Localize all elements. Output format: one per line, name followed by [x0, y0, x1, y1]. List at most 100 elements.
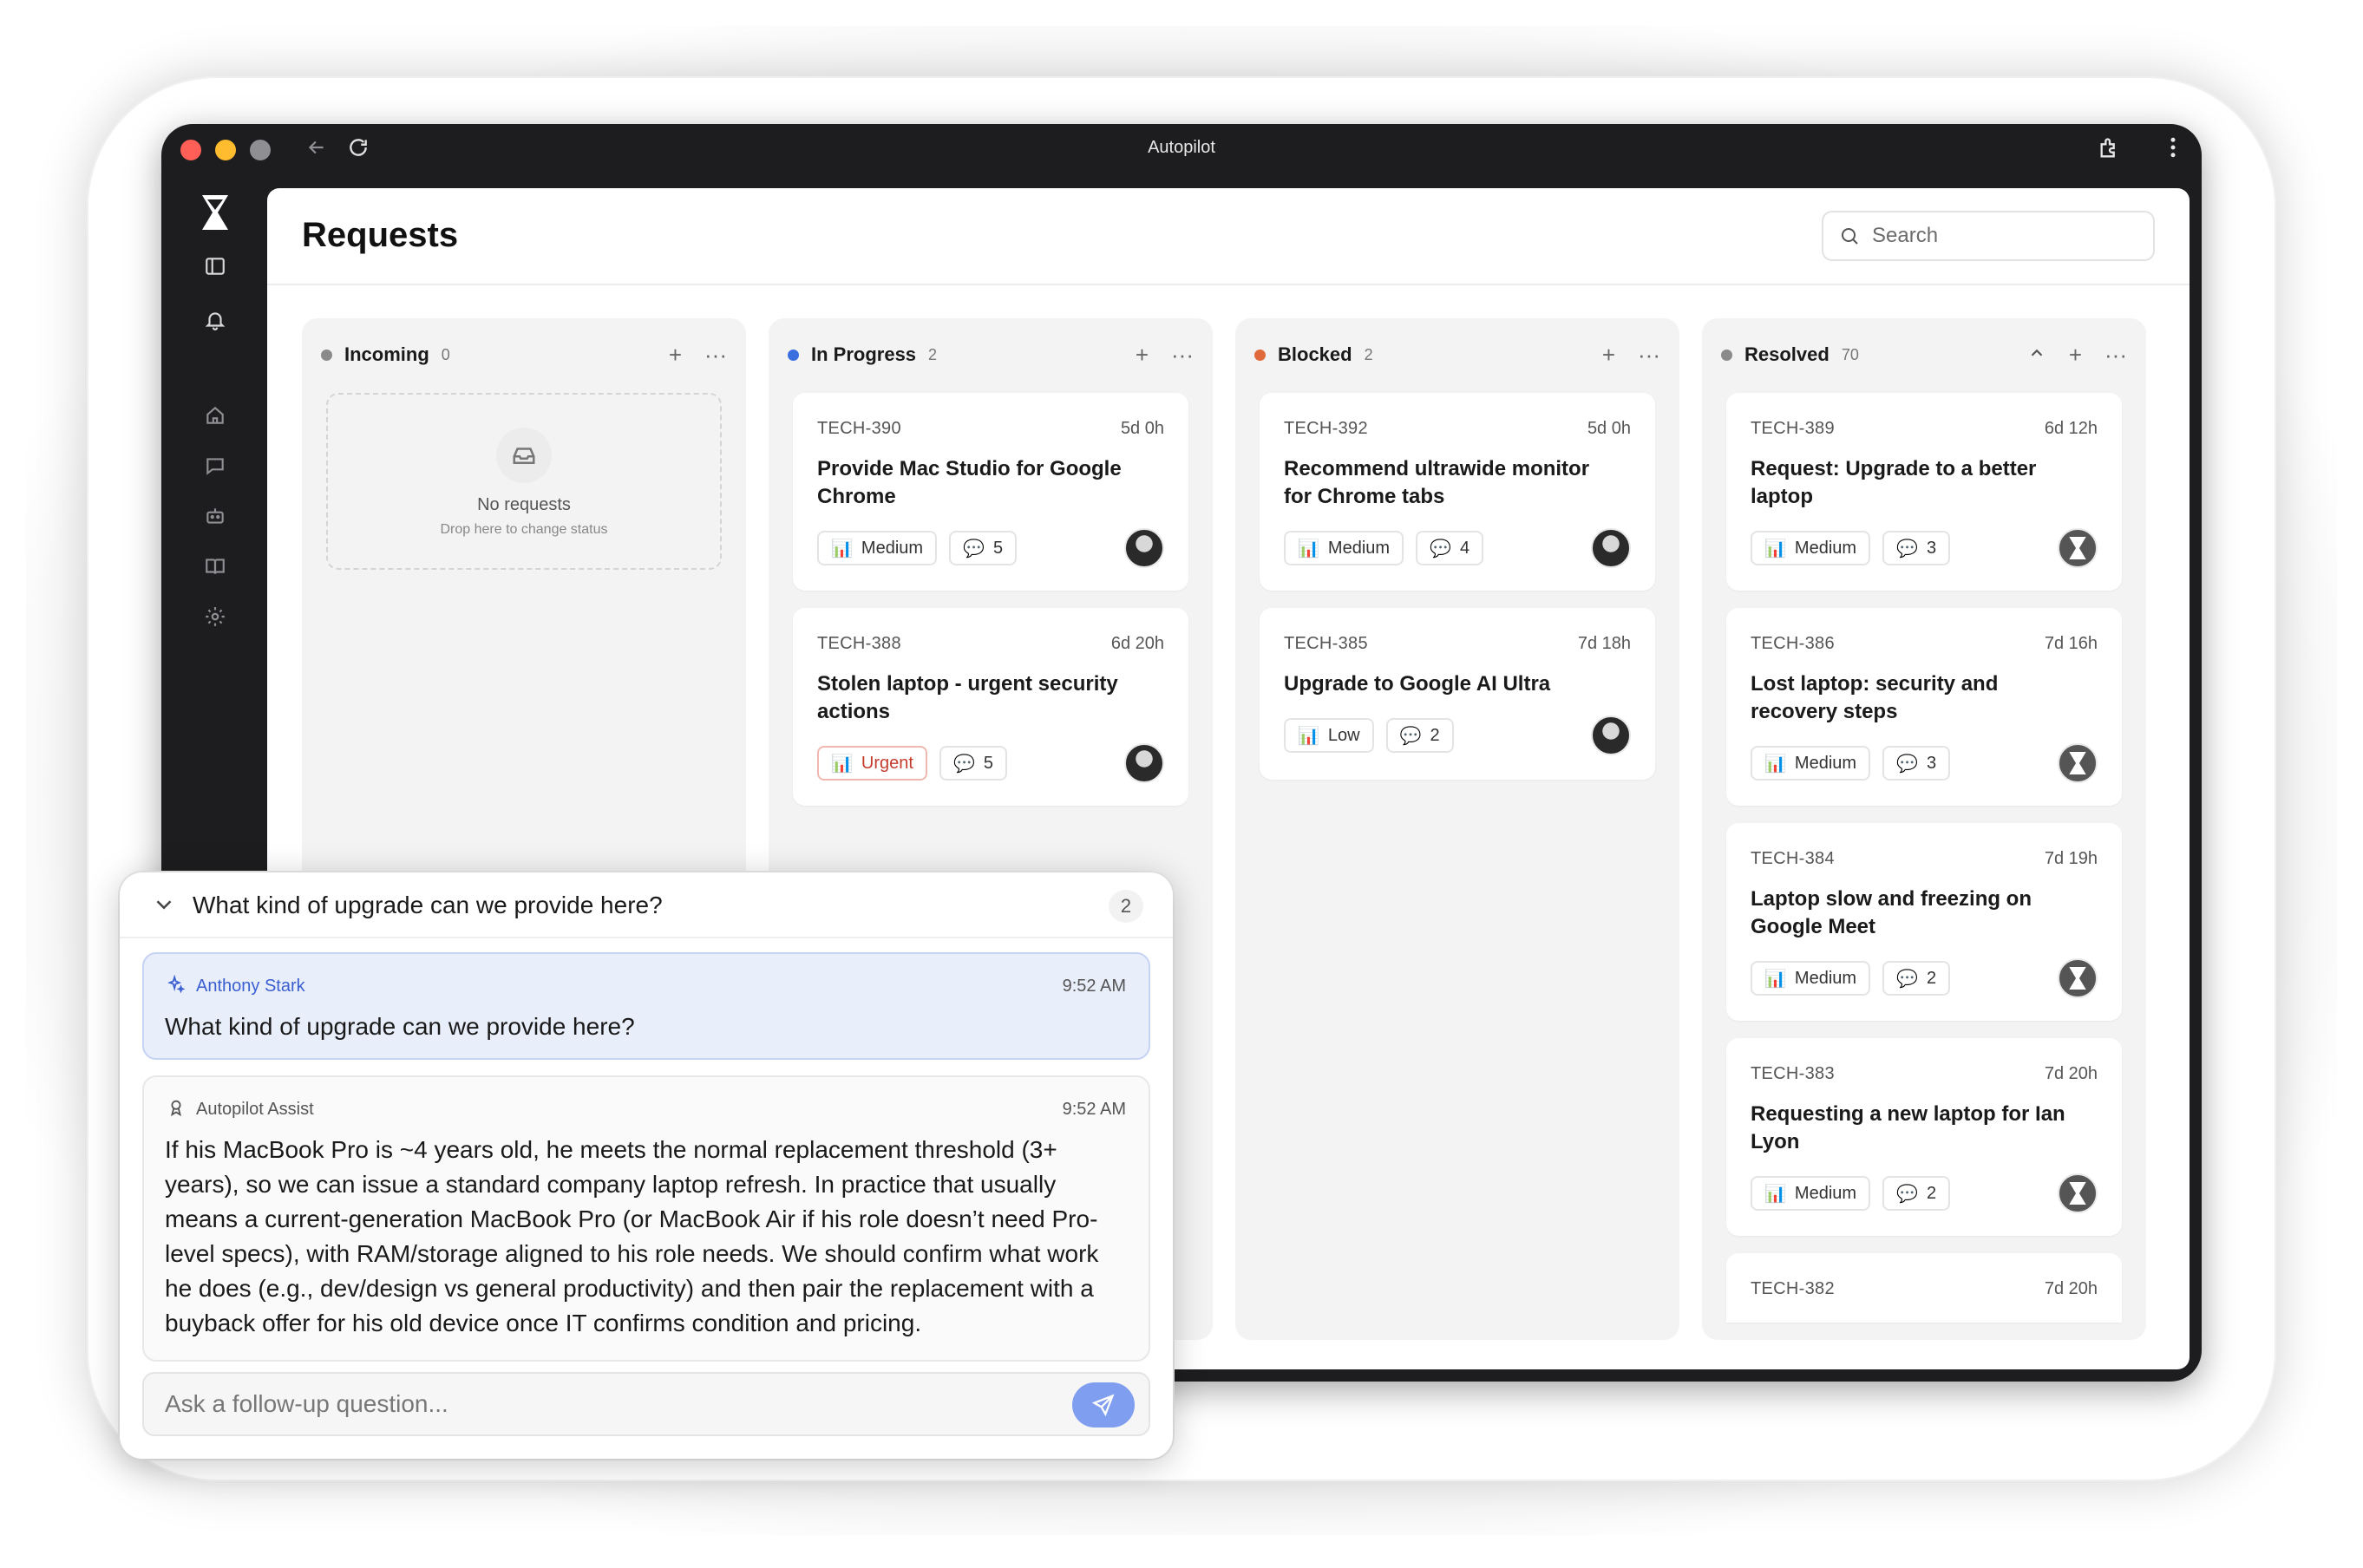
priority-chip[interactable]: 📊 Medium [1284, 531, 1404, 565]
gear-icon[interactable] [198, 599, 232, 634]
comments-chip[interactable]: 💬 5 [939, 746, 1007, 781]
comment-icon: 💬 [1399, 726, 1422, 746]
request-card[interactable]: TECH-384 7d 19h Laptop slow and freezing… [1726, 823, 2122, 1021]
follow-up-input[interactable] [165, 1374, 946, 1434]
more-horizontal-icon[interactable]: ··· [2104, 342, 2127, 369]
card-age: 7d 20h [2044, 1279, 2098, 1298]
comment-count: 3 [1926, 753, 1937, 773]
card-age: 7d 19h [2044, 849, 2098, 868]
inbox-icon [496, 428, 552, 483]
chat-icon[interactable] [198, 448, 232, 483]
app-logo-icon[interactable] [198, 195, 232, 230]
priority-chip[interactable]: 📊 Medium [817, 531, 938, 565]
priority-chip[interactable]: 📊 Urgent [817, 746, 927, 781]
column-count: 2 [928, 345, 938, 363]
home-icon[interactable] [198, 398, 232, 433]
search-input[interactable]: Search [1872, 224, 1938, 248]
more-horizontal-icon[interactable]: ··· [704, 342, 727, 369]
search-icon [1842, 228, 1858, 245]
comments-chip[interactable]: 💬 3 [1882, 746, 1951, 781]
card-id: TECH-384 [1751, 849, 1835, 868]
book-icon[interactable] [198, 549, 232, 584]
avatar[interactable] [1124, 743, 1164, 783]
priority-label: Medium [1327, 538, 1391, 558]
column-title: Resolved [1744, 343, 1830, 365]
add-request-icon[interactable]: + [669, 342, 682, 369]
request-card[interactable]: TECH-383 7d 20h Requesting a new laptop … [1726, 1038, 2122, 1236]
message-count-badge: 2 [1109, 890, 1143, 923]
card-title: Stolen laptop - urgent security actions [817, 672, 1118, 723]
avatar[interactable] [1591, 715, 1631, 755]
search-box[interactable]: Search [1822, 211, 2155, 261]
avatar[interactable] [1124, 528, 1164, 568]
request-card[interactable]: TECH-388 6d 20h Stolen laptop - urgent s… [793, 608, 1188, 806]
column-blocked: Blocked 2 + ··· TECH-392 5d 0h Recommend… [1235, 318, 1679, 1340]
card-id: TECH-382 [1751, 1279, 1835, 1298]
more-vertical-icon[interactable] [2169, 134, 2177, 167]
add-request-icon[interactable]: + [1602, 342, 1615, 369]
request-card[interactable]: TECH-382 7d 20h [1726, 1253, 2122, 1323]
priority-chip[interactable]: 📊 Medium [1751, 1176, 1871, 1211]
priority-chip[interactable]: 📊 Medium [1751, 746, 1871, 781]
autopilot-avatar[interactable] [2058, 958, 2098, 998]
avatar[interactable] [1591, 528, 1631, 568]
comments-chip[interactable]: 💬 3 [1882, 531, 1951, 565]
priority-chip[interactable]: 📊 Low [1284, 718, 1374, 753]
more-horizontal-icon[interactable]: ··· [1638, 342, 1660, 369]
card-age: 6d 20h [1110, 634, 1164, 653]
empty-subtitle: Drop here to change status [440, 522, 608, 537]
comment-icon: 💬 [1896, 1184, 1918, 1204]
comments-chip[interactable]: 💬 2 [1385, 718, 1454, 753]
bot-icon[interactable] [198, 499, 232, 533]
comment-count: 3 [1926, 538, 1937, 558]
sparkle-icon [167, 974, 186, 998]
empty-drop-zone[interactable]: No requests Drop here to change status [326, 393, 722, 570]
comments-chip[interactable]: 💬 5 [949, 531, 1018, 565]
request-card[interactable]: TECH-385 7d 18h Upgrade to Google AI Ult… [1260, 608, 1655, 780]
card-id: TECH-390 [817, 419, 901, 438]
more-horizontal-icon[interactable]: ··· [1171, 342, 1194, 369]
card-age: 5d 0h [1587, 419, 1631, 438]
message-text: What kind of upgrade can we provide here… [165, 1013, 635, 1040]
request-card[interactable]: TECH-390 5d 0h Provide Mac Studio for Go… [793, 393, 1188, 591]
message-author: Autopilot Assist [196, 1100, 314, 1119]
autopilot-avatar[interactable] [2058, 743, 2098, 783]
chevron-down-icon[interactable] [151, 892, 177, 922]
bar-chart-icon: 📊 [1764, 1184, 1786, 1204]
bell-icon[interactable] [198, 303, 232, 337]
priority-chip[interactable]: 📊 Medium [1751, 531, 1871, 565]
request-card[interactable]: TECH-392 5d 0h Recommend ultrawide monit… [1260, 393, 1655, 591]
send-button[interactable] [1072, 1382, 1135, 1428]
card-age: 6d 12h [2044, 419, 2098, 438]
comment-icon: 💬 [1896, 539, 1918, 559]
card-title: Lost laptop: security and recovery steps [1751, 672, 1999, 723]
bar-chart-icon: 📊 [1298, 539, 1319, 559]
comments-chip[interactable]: 💬 2 [1882, 961, 1951, 996]
add-request-icon[interactable]: + [2069, 342, 2082, 369]
card-age: 7d 16h [2044, 634, 2098, 653]
comments-chip[interactable]: 💬 4 [1416, 531, 1484, 565]
comment-icon: 💬 [963, 539, 985, 559]
add-request-icon[interactable]: + [1136, 342, 1149, 369]
comments-chip[interactable]: 💬 2 [1882, 1176, 1951, 1211]
extension-icon[interactable] [2098, 136, 2122, 167]
priority-chip[interactable]: 📊 Medium [1751, 961, 1871, 996]
card-title: Upgrade to Google AI Ultra [1284, 672, 1551, 696]
autopilot-avatar[interactable] [2058, 528, 2098, 568]
status-dot [788, 349, 799, 361]
toggle-sidebar-icon[interactable] [198, 249, 232, 284]
card-title: Provide Mac Studio for Google Chrome [817, 457, 1122, 508]
title-bar: Autopilot [161, 124, 2202, 176]
card-title: Requesting a new laptop for Ian Lyon [1751, 1102, 2065, 1153]
message-author: Anthony Stark [196, 977, 305, 996]
assistant-chat-panel: What kind of upgrade can we provide here… [120, 872, 1173, 1459]
request-card[interactable]: TECH-386 7d 16h Lost laptop: security an… [1726, 608, 2122, 806]
request-card[interactable]: TECH-389 6d 12h Request: Upgrade to a be… [1726, 393, 2122, 591]
priority-label: Medium [1794, 538, 1857, 558]
bar-chart-icon: 📊 [831, 754, 853, 774]
column-title: In Progress [811, 343, 917, 365]
autopilot-avatar[interactable] [2058, 1173, 2098, 1213]
bar-chart-icon: 📊 [1298, 726, 1319, 746]
chevron-up-icon[interactable] [2027, 342, 2046, 369]
window-title: Autopilot [1148, 138, 1215, 157]
